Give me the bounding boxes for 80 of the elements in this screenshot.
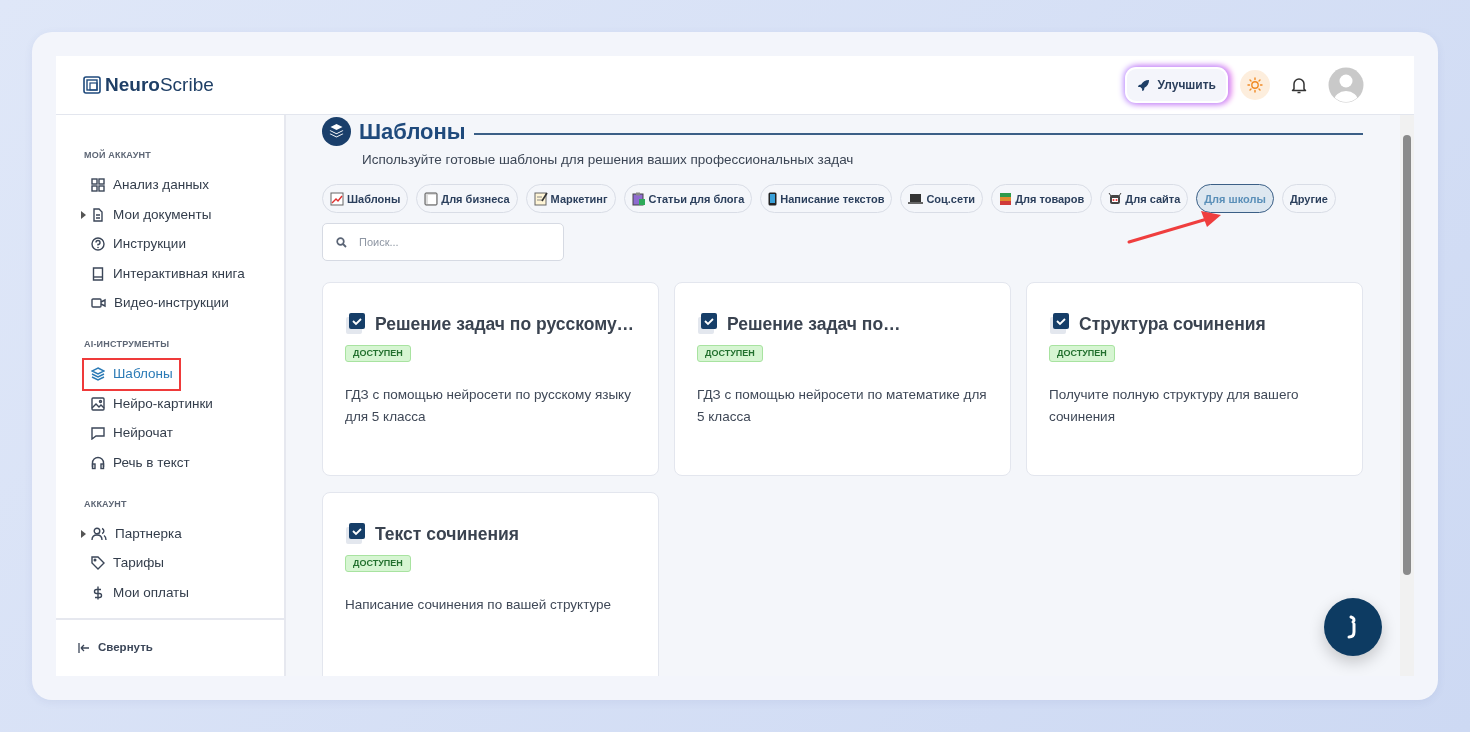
- upgrade-button[interactable]: Улучшить: [1126, 69, 1226, 101]
- card-title: Решение задач по…: [727, 313, 901, 337]
- filter-chip[interactable]: Для сайта: [1100, 184, 1189, 214]
- chat-icon: [91, 426, 105, 441]
- sidebar-item[interactable]: Нейро-картинки: [84, 389, 219, 419]
- memo-icon: [533, 191, 548, 206]
- page-title: Шаблоны: [359, 120, 466, 143]
- image-icon: [91, 396, 105, 411]
- rocket-icon: [1136, 78, 1150, 92]
- sidebar-item[interactable]: Инструкции: [84, 229, 192, 259]
- sidebar-item[interactable]: Видео-инструкции: [84, 288, 235, 318]
- sidebar-item[interactable]: Тарифы: [84, 548, 170, 578]
- layers-icon: [91, 367, 105, 382]
- card-description: Получите полную структуру для вашего сочинения: [1049, 385, 1300, 426]
- section-heading: AI-ИНСТРУМЕНТЫ: [84, 338, 171, 351]
- filter-chip[interactable]: Написание текстов: [760, 184, 893, 214]
- sidebar-item[interactable]: Анализ данных: [84, 170, 216, 200]
- sidebar-item[interactable]: Речь в текст: [84, 448, 196, 478]
- filter-chip[interactable]: Для бизнеса: [416, 184, 518, 214]
- filter-chip[interactable]: Шаблоны: [322, 184, 409, 214]
- phone-icon: [768, 191, 778, 206]
- tag-icon: [91, 556, 105, 571]
- search-field[interactable]: Поиск...: [322, 223, 564, 262]
- sidebar-item[interactable]: Шаблоны: [84, 359, 179, 389]
- sidebar-item[interactable]: Нейрочат: [84, 418, 179, 448]
- card-description: Написание сочинения по вашей структуре: [345, 595, 613, 614]
- video-icon: [91, 296, 106, 311]
- status-badge: ДОСТУПЕН: [345, 554, 411, 572]
- laptop-icon: [908, 192, 924, 205]
- logo-icon: [83, 76, 101, 94]
- document-icon: [91, 207, 105, 222]
- filter-chip[interactable]: Соц.сети: [900, 184, 984, 214]
- users-icon: [91, 526, 107, 541]
- robot-icon: [1108, 191, 1123, 206]
- filter-chip[interactable]: Другие: [1281, 184, 1336, 214]
- status-badge: ДОСТУПЕН: [697, 344, 763, 362]
- card-title: Текст сочинения: [375, 523, 519, 547]
- sidebar-item[interactable]: Мои документы: [84, 200, 218, 230]
- help-icon: [91, 237, 105, 252]
- template-card[interactable]: Решение задач по… ДОСТУПЕН ГДЗ с помощью нейросети по математике для 5 класса: [674, 282, 1011, 477]
- card-title: Решение задач по русскому…: [375, 313, 635, 337]
- sun-icon: [1247, 77, 1263, 93]
- filter-chip[interactable]: Маркетинг: [525, 184, 616, 214]
- template-card[interactable]: Решение задач по русскому… ДОСТУПЕН ГДЗ с помощью нейросети по русскому языку для 5 класса: [322, 282, 659, 477]
- dollar-icon: [91, 585, 105, 600]
- chat-button[interactable]: [1324, 598, 1382, 656]
- collapse-icon: [78, 643, 90, 653]
- books-icon: [999, 191, 1013, 206]
- logo-text: NeuroScribe: [105, 72, 214, 97]
- checkbox-icon: [345, 312, 367, 337]
- chart-icon: [330, 191, 344, 206]
- sidebar-item[interactable]: Мои оплаты: [84, 578, 195, 608]
- scrollbar[interactable]: [1400, 115, 1414, 676]
- clipboard-icon: [631, 191, 646, 206]
- page-subtitle: Используйте готовые шаблоны для решения ваших профессиональных задач: [362, 151, 855, 169]
- sidebar-item[interactable]: Партнерка: [84, 519, 188, 549]
- bell-icon[interactable]: [1290, 76, 1308, 94]
- checkbox-icon: [345, 522, 367, 547]
- status-badge: ДОСТУПЕН: [345, 344, 411, 362]
- checkbox-icon: [1049, 312, 1071, 337]
- layers-icon: [322, 117, 351, 146]
- template-card[interactable]: Текст сочинения ДОСТУПЕН Написание сочинения по вашей структуре: [322, 492, 659, 676]
- grid-icon: [91, 178, 105, 193]
- card-description: ГДЗ с помощью нейросети по русскому языку для 5 класса: [345, 385, 632, 426]
- theme-toggle[interactable]: [1240, 70, 1270, 100]
- avatar[interactable]: [1328, 67, 1364, 103]
- collapse-button[interactable]: Свернуть: [78, 639, 153, 657]
- book-icon: [91, 266, 105, 281]
- card-title: Структура сочинения: [1079, 313, 1266, 337]
- headphones-icon: [91, 455, 105, 470]
- section-heading: МОЙ АККАУНТ: [84, 149, 152, 162]
- card-description: ГДЗ с помощью нейросети по математике для 5 класса: [697, 385, 988, 426]
- filter-chip[interactable]: Для товаров: [991, 184, 1093, 214]
- filter-chip[interactable]: Статьи для блога: [623, 184, 753, 214]
- checkbox-icon: [697, 312, 719, 337]
- notebook-icon: [424, 191, 439, 206]
- section-heading: АККАУНТ: [84, 497, 128, 511]
- template-card[interactable]: Структура сочинения ДОСТУПЕН Получите полную структуру для вашего сочинения: [1026, 282, 1363, 477]
- status-badge: ДОСТУПЕН: [1049, 344, 1115, 362]
- sidebar-item[interactable]: Интерактивная книга: [84, 259, 251, 289]
